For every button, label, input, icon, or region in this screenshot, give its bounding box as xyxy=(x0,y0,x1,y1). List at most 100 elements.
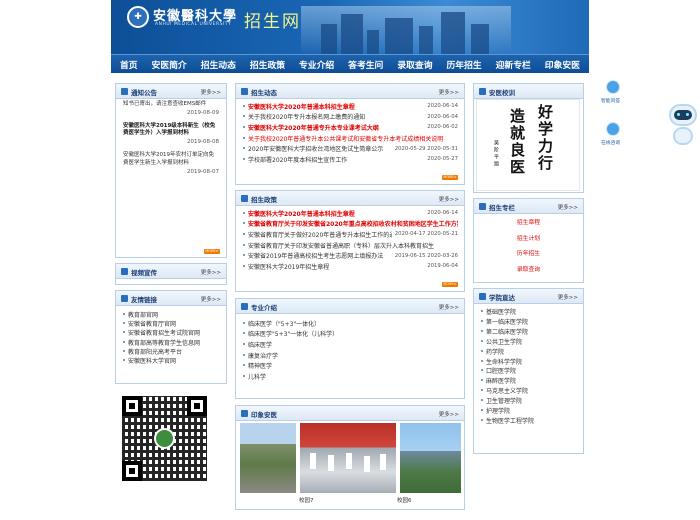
item-title[interactable]: 口腔医学院 xyxy=(480,366,577,375)
more-tag[interactable]: MORE> xyxy=(204,249,220,254)
more-link[interactable]: 更多>> xyxy=(439,410,459,418)
list-item[interactable]: 安徽医科大学2019年农村订单定向免费医学生新生入学报到材料 xyxy=(116,152,226,168)
more-link[interactable]: 更多>> xyxy=(201,268,221,276)
item-title[interactable]: 第二临床医学院 xyxy=(480,327,577,336)
item-title[interactable]: 基础医学院 xyxy=(480,307,577,316)
item-title[interactable]: 学校部署2020年度本科招生宣传工作 xyxy=(242,155,424,164)
list-item[interactable]: 安徽医科大学2019级本科新生（校免费医学生外）入学报到材料 xyxy=(116,123,226,139)
item-title[interactable]: 关于我校2020年普通专升本公共课考试和安徽省专升本考试成绩相关说明 xyxy=(242,134,458,143)
item-title[interactable]: 安徽医科大学2019年招生章程 xyxy=(242,262,424,271)
photo-caption[interactable]: 校园7 xyxy=(299,496,314,504)
link-item[interactable]: 教育部高等教育学生信息网 xyxy=(122,338,220,347)
item-title[interactable]: 2020年安徽医科大学招收台湾地区免试生简章公示 xyxy=(242,144,392,153)
major-item[interactable]: 临床医学（"5+3"一体化） xyxy=(242,318,458,329)
university-seal-icon[interactable]: ✚ xyxy=(127,6,149,28)
nav-impression[interactable]: 印象安医 xyxy=(545,58,580,71)
item-title[interactable]: 第一临床医学院 xyxy=(480,317,577,326)
item-title[interactable]: 安徽医科大学2020年普通专升本专业课考试大纲 xyxy=(242,123,424,132)
list-item[interactable]: 安徽医科大学2019年招生章程 2019-06-04 xyxy=(242,261,458,272)
nav-qa[interactable]: 答考生问 xyxy=(348,58,383,71)
item-title[interactable]: 麻醉医学院 xyxy=(480,376,577,385)
more-link[interactable]: 更多>> xyxy=(439,195,459,203)
more-tag[interactable]: MORE> xyxy=(442,282,458,287)
list-item[interactable]: 第一临床医学院 xyxy=(480,317,577,327)
nav-history[interactable]: 历年招生 xyxy=(446,58,481,71)
list-item[interactable]: 安徽省教育厅关于印发安徽省普通高职（专科）层次升入本科教育招生 xyxy=(242,240,458,251)
item-title[interactable]: 马克思主义学院 xyxy=(480,386,577,395)
list-item[interactable]: 安徽医科大学2019年普通高考录取通知书已寄出，请注意查收EMS邮件 xyxy=(116,99,226,109)
column-link[interactable]: 招生章程 xyxy=(474,216,583,232)
column-link[interactable]: 历年招生 xyxy=(474,247,583,263)
nav-admission-news[interactable]: 招生动态 xyxy=(201,58,236,71)
item-title[interactable]: 安徽医科大学2020年普通本科招生章程 xyxy=(242,102,424,111)
item-title[interactable]: 安徽省教育厅关于印发安徽省普通高职（专科）层次升入本科教育招生 xyxy=(242,241,458,250)
list-item[interactable]: 关于我校2020年专升本报名网上缴费的通知 2020-06-04 xyxy=(242,112,458,123)
more-link[interactable]: 更多>> xyxy=(558,203,578,211)
list-item[interactable]: 安徽医科大学2020年普通专升本专业课考试大纲 2020-06-02 xyxy=(242,122,458,133)
link-item[interactable]: 安徽省教育招生考试院官网 xyxy=(122,328,220,337)
list-item[interactable]: 关于我校2020年普通专升本公共课考试和安徽省专升本考试成绩相关说明 xyxy=(242,133,458,144)
item-title[interactable]: 护理学院 xyxy=(480,406,577,415)
online-consult-label[interactable]: 在线咨询 xyxy=(601,139,620,146)
more-link[interactable]: 更多>> xyxy=(439,88,459,96)
list-item[interactable]: 护理学院 xyxy=(480,405,577,415)
photo-caption[interactable]: 校园6 xyxy=(397,496,412,504)
item-title[interactable]: 公共卫生学院 xyxy=(480,337,577,346)
item-title[interactable]: 安徽省2019年普通高校招生考生志愿网上填报办法 xyxy=(242,251,392,260)
smart-qa-icon[interactable] xyxy=(606,80,620,94)
smart-qa-label[interactable]: 智能问答 xyxy=(601,97,620,104)
link-item[interactable]: 教育部阳光高考平台 xyxy=(122,347,220,356)
link-item[interactable]: 教育部官网 xyxy=(122,310,220,319)
major-item[interactable]: 儿科学 xyxy=(242,371,458,382)
item-title[interactable]: 卫生管理学院 xyxy=(480,396,577,405)
campus-photo[interactable] xyxy=(300,423,396,493)
item-title[interactable]: 生命科学学院 xyxy=(480,357,577,366)
nav-result-query[interactable]: 录取查询 xyxy=(397,58,432,71)
more-tag[interactable]: MORE> xyxy=(442,175,458,180)
link-item[interactable]: 安徽医科大学官网 xyxy=(122,356,220,365)
list-item[interactable]: 基础医学院 xyxy=(480,307,577,317)
list-item[interactable]: 公共卫生学院 xyxy=(480,337,577,347)
more-link[interactable]: 更多>> xyxy=(201,295,221,303)
item-title[interactable]: 生物医学工程学院 xyxy=(480,416,577,425)
list-item[interactable]: 药学院 xyxy=(480,346,577,356)
more-link[interactable]: 更多>> xyxy=(439,303,459,311)
major-item[interactable]: 精神医学 xyxy=(242,360,458,371)
item-title[interactable]: 药学院 xyxy=(480,347,577,356)
list-item[interactable]: 马克思主义学院 xyxy=(480,386,577,396)
list-item[interactable]: 安徽省教育厅关于做好2020年普通专升本招生工作的通知 2020-04-17 20… xyxy=(242,229,458,240)
robot-assistant-icon[interactable] xyxy=(667,104,699,150)
nav-majors[interactable]: 专业介绍 xyxy=(299,58,334,71)
major-item[interactable]: 临床医学 xyxy=(242,339,458,350)
list-item[interactable]: 安徽医科大学2020年普通本科招生章程 2020-06-14 xyxy=(242,208,458,219)
column-link[interactable]: 招生计划 xyxy=(474,232,583,248)
list-item[interactable]: 生物医学工程学院 xyxy=(480,415,577,425)
item-title[interactable]: 安徽省教育厅关于做好2020年普通专升本招生工作的通知 xyxy=(242,230,392,239)
item-title[interactable]: 安徽省教育厅关于印发安徽省2020年重点高校招收农村和贫困地区学生工作方案的通知 xyxy=(242,219,458,228)
list-item[interactable]: 麻醉医学院 xyxy=(480,376,577,386)
list-item[interactable]: 第二临床医学院 xyxy=(480,327,577,337)
campus-photo[interactable] xyxy=(240,423,296,493)
nav-about[interactable]: 安医简介 xyxy=(152,58,187,71)
item-title[interactable]: 关于我校2020年专升本报名网上缴费的通知 xyxy=(242,112,424,121)
list-item[interactable]: 生命科学学院 xyxy=(480,356,577,366)
nav-admission-policy[interactable]: 招生政策 xyxy=(250,58,285,71)
major-item[interactable]: 康复治疗学 xyxy=(242,350,458,361)
item-title[interactable]: 安徽医科大学2020年普通本科招生章程 xyxy=(242,209,424,218)
campus-photo[interactable] xyxy=(400,423,461,493)
list-item[interactable]: 安徽省2019年普通高校招生考生志愿网上填报办法 2019-06-15 2020-… xyxy=(242,250,458,261)
major-item[interactable]: 临床医学"5+3"一体化（儿科学） xyxy=(242,329,458,340)
list-item[interactable]: 2020年安徽医科大学招收台湾地区免试生简章公示 2020-05-29 2020-… xyxy=(242,143,458,154)
column-link[interactable]: 录取查询 xyxy=(474,263,583,279)
list-item[interactable]: 安徽省教育厅关于印发安徽省2020年重点高校招收农村和贫困地区学生工作方案的通知 xyxy=(242,219,458,230)
nav-home[interactable]: 首页 xyxy=(120,58,138,71)
nav-freshmen[interactable]: 迎新专栏 xyxy=(496,58,531,71)
list-item[interactable]: 学校部署2020年度本科招生宣传工作 2020-05-27 xyxy=(242,154,458,165)
list-item[interactable]: 卫生管理学院 xyxy=(480,396,577,406)
more-link[interactable]: 更多>> xyxy=(558,293,578,301)
list-item[interactable]: 安徽医科大学2020年普通本科招生章程 2020-06-14 xyxy=(242,101,458,112)
link-item[interactable]: 安徽省教育厅官网 xyxy=(122,319,220,328)
list-item[interactable]: 口腔医学院 xyxy=(480,366,577,376)
online-consult-icon[interactable] xyxy=(606,122,620,136)
more-link[interactable]: 更多>> xyxy=(201,88,221,96)
